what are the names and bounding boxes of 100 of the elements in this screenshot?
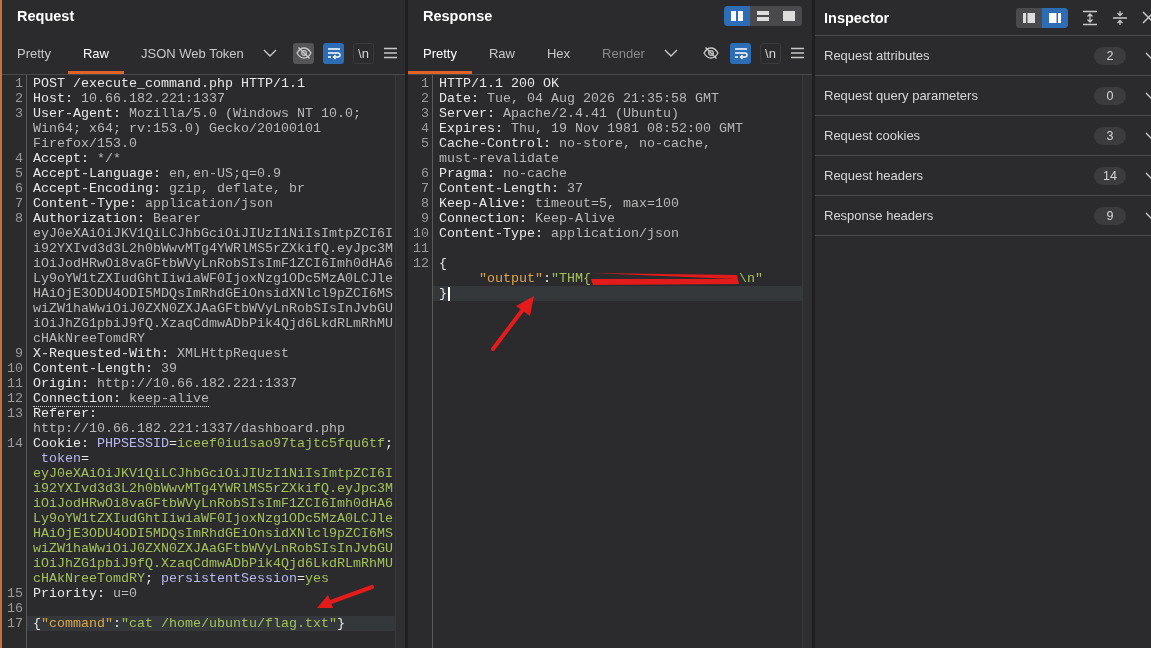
code-line: X-Requested-With: XMLHttpRequest bbox=[33, 346, 289, 361]
code-line: Win64; x64; rv:153.0) Gecko/20100101 bbox=[33, 121, 321, 136]
tab[interactable]: JSON Web Token bbox=[126, 32, 259, 74]
dock-right-icon[interactable] bbox=[1042, 7, 1068, 28]
count-badge: 0 bbox=[1094, 86, 1126, 105]
inspector-section[interactable]: Request query parameters 0 bbox=[815, 76, 1151, 116]
code-line: Server: Apache/2.4.41 (Ubuntu) bbox=[439, 106, 679, 121]
code-line: wiZW1haWwiOiJ0ZXN0ZXJAaGFtbWVyLnRobSIsInJvbGU bbox=[33, 541, 393, 556]
line-number: 6 bbox=[420, 166, 430, 181]
code-line: iOiJhZG1pbiJ9fQ.XzaqCdmwADbPik4Qjd6LkdRLmRhMU bbox=[33, 556, 393, 571]
code-line: Content-Type: application/json bbox=[439, 226, 679, 241]
line-number: 9 bbox=[14, 346, 24, 361]
inspector-section[interactable]: Response headers 9 bbox=[815, 196, 1151, 236]
chevron-down-icon[interactable] bbox=[663, 49, 678, 57]
code-line: cHAkNreeTomdRY; persistentSession=yes bbox=[33, 571, 329, 586]
code-line: Referer: bbox=[33, 406, 97, 421]
code-line: User-Agent: Mozilla/5.0 (Windows NT 10.0; bbox=[33, 106, 361, 121]
wrap-icon[interactable] bbox=[323, 42, 344, 64]
inspector-section[interactable]: Request attributes 2 bbox=[815, 36, 1151, 76]
code-line: HAiOjE3ODU4ODI5MDQsImRhdGEiOnsidXNlcl9pZCI6MS bbox=[33, 286, 393, 301]
line-number: 16 bbox=[6, 601, 24, 616]
code-line: Accept-Language: en,en-US;q=0.9 bbox=[33, 166, 281, 181]
code-line: Expires: Thu, 19 Nov 1981 08:52:00 GMT bbox=[439, 121, 743, 136]
code-line: } bbox=[439, 286, 447, 301]
collapse-all-icon[interactable] bbox=[1112, 9, 1128, 26]
inspector-section[interactable]: Request headers 14 bbox=[815, 156, 1151, 196]
line-number: 3 bbox=[420, 106, 430, 121]
code-line: Ly9oYW1tZXIudGhtIiwiaWF0IjoxNzg1ODc5MzA0LCJle bbox=[33, 511, 393, 526]
newline-button[interactable]: \n bbox=[353, 42, 374, 64]
code-line: Authorization: Bearer bbox=[33, 211, 201, 226]
chevron-down-icon[interactable] bbox=[262, 49, 277, 57]
line-number: 7 bbox=[14, 196, 24, 211]
code-line: Origin: http://10.66.182.221:1337 bbox=[33, 376, 297, 391]
section-title: Response headers bbox=[824, 208, 935, 223]
tab[interactable]: Hex bbox=[532, 32, 586, 74]
code-line: \n" bbox=[739, 271, 763, 286]
code-line: HAiOjE3ODU4ODI5MDQsImRhdGEiOnsidXNlcl9pZCI6MS bbox=[33, 526, 393, 541]
section-title: Request attributes bbox=[824, 48, 931, 63]
hide-icon[interactable] bbox=[293, 42, 314, 64]
line-number: 2 bbox=[420, 91, 430, 106]
code-line: iOiJodHRwOi8vaGFtbWVyLnRobSIsImF1ZCI6Imh0dHA6 bbox=[33, 496, 393, 511]
line-number: 11 bbox=[412, 241, 430, 256]
code-line: eyJ0eXAiOiJKV1QiLCJhbGciOiJIUzI1NiIsImtpZCI6I bbox=[33, 226, 393, 241]
wrap-icon[interactable] bbox=[730, 42, 751, 64]
tab[interactable]: Pretty bbox=[408, 32, 472, 74]
code-line: Date: Tue, 04 Aug 2026 21:35:58 GMT bbox=[439, 91, 719, 106]
tab[interactable]: Pretty bbox=[2, 32, 66, 74]
section-title: Request headers bbox=[824, 168, 924, 183]
code-line: cHAkNreeTomdRY bbox=[33, 331, 145, 346]
code-line: { bbox=[439, 256, 447, 271]
code-line: Content-Length: 37 bbox=[439, 181, 583, 196]
code-line: must-revalidate bbox=[439, 151, 559, 166]
code-line: Cookie: PHPSESSID=iceef0iu1sao97tajtc5fqu6tf; bbox=[33, 436, 393, 451]
code-line: i92YXIvd3d3L2h0bWwvMTg4YWRlMS5rZXkifQ.eyJpc3M bbox=[33, 241, 393, 256]
code-line: POST /execute_command.php HTTP/1.1 bbox=[33, 76, 305, 91]
annotation-arrow bbox=[316, 584, 374, 610]
line-number: 12 bbox=[412, 256, 430, 271]
panel-title: Response bbox=[423, 8, 493, 24]
count-badge: 3 bbox=[1094, 126, 1126, 145]
section-title: Request cookies bbox=[824, 128, 922, 143]
line-number: 1 bbox=[420, 76, 430, 91]
count-badge: 9 bbox=[1094, 206, 1126, 225]
newline-button[interactable]: \n bbox=[760, 42, 781, 64]
code-line: Ly9oYW1tZXIudGhtIiwiaWF0IjoxNzg1ODc5MzA0LCJle bbox=[33, 271, 393, 286]
code-line: Content-Length: 39 bbox=[33, 361, 177, 376]
line-number: 4 bbox=[14, 151, 24, 166]
line-number: 4 bbox=[420, 121, 430, 136]
expand-all-icon[interactable] bbox=[1082, 9, 1098, 26]
line-number: 13 bbox=[6, 406, 24, 421]
line-number: 17 bbox=[6, 616, 24, 631]
scrollbar-track[interactable] bbox=[802, 75, 812, 648]
code-line: Firefox/153.0 bbox=[33, 136, 137, 151]
code-line: {"command":"cat /home/ubuntu/flag.txt"} bbox=[33, 616, 345, 631]
panel-title: Inspector bbox=[824, 9, 890, 26]
line-number: 2 bbox=[14, 91, 24, 106]
code-line: eyJ0eXAiOiJKV1QiLCJhbGciOiJIUzI1NiIsImtpZCI6I bbox=[33, 466, 393, 481]
code-line: token= bbox=[40, 451, 89, 466]
line-number: 12 bbox=[6, 391, 24, 406]
code-line: i92YXIvd3d3L2h0bWwvMTg4YWRlMS5rZXkifQ.eyJpc3M bbox=[33, 481, 393, 496]
count-badge: 2 bbox=[1094, 46, 1126, 65]
code-line: Connection: keep-alive bbox=[33, 390, 209, 407]
scrollbar-track[interactable] bbox=[395, 75, 405, 648]
code-line: Content-Type: application/json bbox=[33, 196, 273, 211]
panel-title: Request bbox=[17, 8, 75, 24]
code-line: Accept: */* bbox=[33, 151, 121, 166]
tab[interactable]: Raw bbox=[473, 32, 530, 74]
line-number: 1 bbox=[14, 76, 24, 91]
code-line: Connection: Keep-Alive bbox=[439, 211, 615, 226]
split-columns-icon[interactable] bbox=[724, 6, 750, 26]
code-line: http://10.66.182.221:1337/dashboard.php bbox=[33, 421, 345, 436]
line-number: 8 bbox=[14, 211, 24, 226]
code-line: wiZW1haWwiOiJ0ZXN0ZXJAaGFtbWVyLnRobSIsInJvbGU bbox=[33, 301, 393, 316]
line-number: 10 bbox=[412, 226, 430, 241]
line-number: 5 bbox=[420, 136, 430, 151]
code-line: Cache-Control: no-store, no-cache, bbox=[439, 136, 711, 151]
code-line: Pragma: no-cache bbox=[439, 166, 567, 181]
tab[interactable]: Raw bbox=[67, 32, 124, 74]
code-line: iOiJodHRwOi8vaGFtbWVyLnRobSIsImF1ZCI6Imh0dHA6 bbox=[33, 256, 393, 271]
code-line: "output":"THM{ bbox=[478, 271, 591, 286]
inspector-section[interactable]: Request cookies 3 bbox=[815, 116, 1151, 156]
